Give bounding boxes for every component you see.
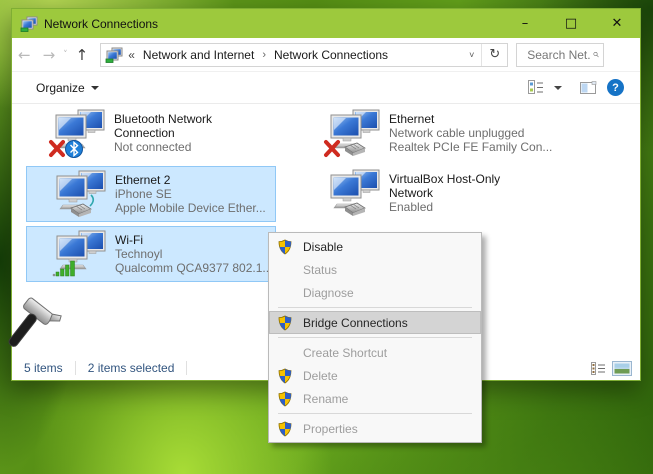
title-bar[interactable]: Network Connections –□✕ xyxy=(12,9,640,38)
address-box[interactable]: « Network and Internet › Network Connect… xyxy=(100,43,508,67)
search-box[interactable] xyxy=(516,43,604,67)
large-icons-view-toggle-icon[interactable] xyxy=(612,361,632,376)
organize-button[interactable]: Organize xyxy=(36,81,99,95)
uac-shield-icon xyxy=(277,391,295,407)
back-icon: ← xyxy=(12,46,37,64)
window-title: Network Connections xyxy=(44,17,158,31)
connection-name: Ethernet xyxy=(389,112,547,126)
menu-separator xyxy=(278,307,472,308)
help-icon[interactable]: ? xyxy=(607,79,624,96)
minimize-button[interactable]: – xyxy=(502,9,548,38)
menu-item-properties: Properties xyxy=(269,417,481,440)
connection-text: Wi-FiTechnoylQualcomm QCA9377 802.1.. xyxy=(115,227,269,275)
menu-item-delete: Delete xyxy=(269,364,481,387)
connection-detail: Apple Mobile Device Ether... xyxy=(115,201,266,215)
uac-shield-icon xyxy=(277,239,295,255)
menu-item-status: Status xyxy=(269,258,481,281)
breadcrumb-separator-icon: › xyxy=(256,49,272,61)
menu-item-label: Delete xyxy=(303,369,338,383)
connection-name: Ethernet 2 xyxy=(115,173,266,187)
connection-icon xyxy=(323,169,385,219)
caption-buttons: –□✕ xyxy=(502,9,640,38)
menu-separator xyxy=(278,413,472,414)
connection-text: Ethernet 2iPhone SEApple Mobile Device E… xyxy=(115,167,266,215)
details-view-toggle-icon[interactable] xyxy=(591,362,606,375)
hammer-cursor-icon xyxy=(8,297,64,359)
connection-text: VirtualBox Host-Only NetworkEnabled xyxy=(389,166,547,214)
menu-item-label: Rename xyxy=(303,392,348,406)
maximize-button[interactable]: □ xyxy=(548,9,594,38)
connection-detail: Realtek PCIe FE Family Con... xyxy=(389,140,552,154)
menu-icon-spacer xyxy=(277,262,295,278)
menu-item-rename: Rename xyxy=(269,387,481,410)
menu-item-disable[interactable]: Disable xyxy=(269,235,481,258)
status-separator xyxy=(186,361,187,375)
connection-icon xyxy=(49,170,111,220)
menu-separator xyxy=(278,337,472,338)
close-button[interactable]: ✕ xyxy=(594,9,640,38)
context-menu: Disable Status Diagnose Bridge Connections… xyxy=(268,232,482,443)
change-view-dropdown-icon[interactable] xyxy=(554,86,562,90)
menu-item-label: Properties xyxy=(303,422,358,436)
connection-tile-bluetooth-network-connection[interactable]: Bluetooth Network ConnectionNot connecte… xyxy=(26,106,276,162)
connection-detail: Network cable unplugged xyxy=(389,126,552,140)
address-dropdown-icon[interactable]: ˅ xyxy=(462,50,481,60)
organize-dropdown-icon xyxy=(91,86,99,90)
connection-detail: Enabled xyxy=(389,200,547,214)
uac-shield-icon xyxy=(277,315,295,331)
menu-icon-spacer xyxy=(277,345,295,361)
menu-item-label: Status xyxy=(303,263,337,277)
connection-tile-ethernet[interactable]: EthernetNetwork cable unpluggedRealtek P… xyxy=(301,106,551,162)
network-connections-app-icon xyxy=(20,16,38,32)
desktop: { "window": { "title": "Network Connecti… xyxy=(0,0,653,474)
menu-item-label: Diagnose xyxy=(303,286,354,300)
connection-icon xyxy=(48,109,110,159)
organize-label: Organize xyxy=(36,81,85,95)
connection-name: Bluetooth Network Connection xyxy=(114,112,272,140)
menu-item-diagnose: Diagnose xyxy=(269,281,481,304)
connection-icon xyxy=(49,230,111,280)
breadcrumb-collapse-chevrons[interactable]: « xyxy=(128,48,135,62)
connection-text: EthernetNetwork cable unpluggedRealtek P… xyxy=(389,106,552,154)
uac-shield-icon xyxy=(277,368,295,384)
connection-tile-ethernet-2[interactable]: Ethernet 2iPhone SEApple Mobile Device E… xyxy=(26,166,276,222)
connection-detail: Technoyl xyxy=(115,247,269,261)
connection-detail: iPhone SE xyxy=(115,187,266,201)
preview-pane-icon[interactable] xyxy=(580,81,597,95)
breadcrumb-network-connections[interactable]: Network Connections xyxy=(272,48,390,62)
forward-icon: → xyxy=(37,46,62,64)
connection-tile-wi-fi[interactable]: Wi-FiTechnoylQualcomm QCA9377 802.1.. xyxy=(26,226,276,282)
connection-detail: Not connected xyxy=(114,140,272,154)
menu-item-label: Create Shortcut xyxy=(303,346,387,360)
connection-text: Bluetooth Network ConnectionNot connecte… xyxy=(114,106,272,154)
connection-name: Wi-Fi xyxy=(115,233,269,247)
menu-item-label: Bridge Connections xyxy=(303,316,408,330)
connection-tile-virtualbox-host-only-network[interactable]: VirtualBox Host-Only NetworkEnabled xyxy=(301,166,551,222)
uac-shield-icon xyxy=(277,421,295,437)
menu-item-create-shortcut: Create Shortcut xyxy=(269,341,481,364)
up-icon[interactable]: ↑ xyxy=(70,46,95,64)
connection-name: VirtualBox Host-Only Network xyxy=(389,172,547,200)
change-view-icon[interactable] xyxy=(528,80,544,95)
menu-icon-spacer xyxy=(277,285,295,301)
selected-count: 2 items selected xyxy=(76,361,187,375)
connection-detail: Qualcomm QCA9377 802.1.. xyxy=(115,261,269,275)
connection-icon xyxy=(323,109,385,159)
command-toolbar: Organize ? xyxy=(12,72,640,104)
breadcrumb-location-icon xyxy=(105,47,123,63)
menu-item-bridge-connections[interactable]: Bridge Connections xyxy=(269,311,481,334)
refresh-icon[interactable]: ↻ xyxy=(481,44,507,66)
breadcrumb-network-and-internet[interactable]: Network and Internet xyxy=(141,48,256,62)
search-input[interactable] xyxy=(525,47,593,63)
items-count: 5 items xyxy=(12,361,75,375)
menu-item-label: Disable xyxy=(303,240,343,254)
recent-locations-chevron-icon[interactable]: ˅ xyxy=(61,50,70,60)
address-bar: ← → ˅ ↑ « Network and Internet › Network… xyxy=(12,38,640,72)
search-icon xyxy=(593,48,599,61)
